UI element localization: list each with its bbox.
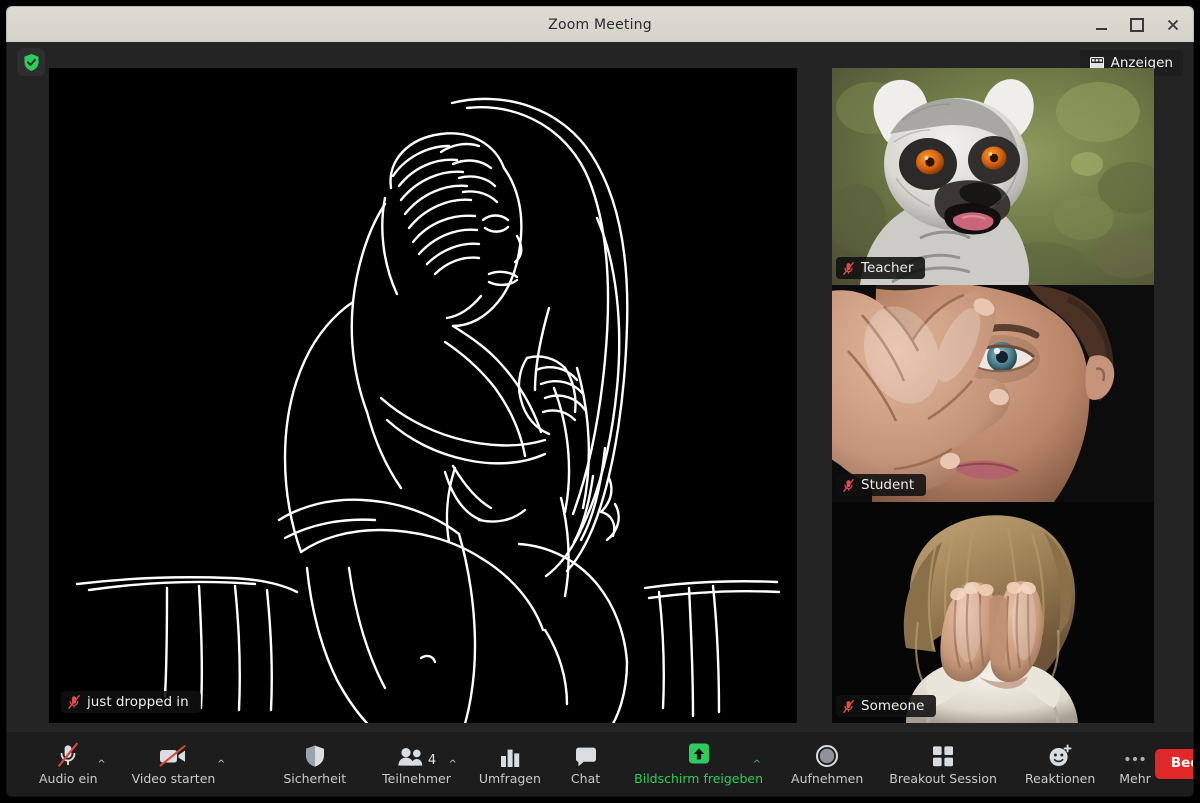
reactions-smiley-icon [1047, 742, 1073, 768]
toolbar-reactions-label: Reaktionen [1024, 771, 1096, 787]
microphone-muted-icon [842, 478, 855, 492]
participant-nameplate-student: Student [836, 474, 927, 496]
microphone-muted-icon [842, 699, 855, 713]
share-screen-icon [684, 742, 714, 768]
toolbar-participants-button[interactable]: 4 ^ Teilnehmer [378, 732, 457, 796]
toolbar-audio-button[interactable]: ^ Audio ein [35, 732, 106, 796]
video-options-caret[interactable]: ^ [217, 760, 225, 770]
main-video-tile[interactable]: just dropped in [49, 68, 797, 723]
maximize-button[interactable] [1127, 15, 1147, 35]
main-video-content [49, 68, 797, 723]
toolbar-video-button[interactable]: ^ Video starten [128, 732, 225, 796]
toolbar-more-label: Mehr [1119, 771, 1151, 787]
microphone-muted-icon [842, 261, 855, 275]
toolbar-record-label: Aufnehmen [791, 771, 864, 787]
toolbar-polls-label: Umfragen [478, 771, 541, 787]
shield-icon [304, 742, 326, 768]
breakout-rooms-icon [931, 742, 955, 768]
toolbar-polls-button[interactable]: Umfragen [475, 732, 545, 796]
toolbar-share-screen-button[interactable]: ^ Bildschirm freigeben [630, 732, 767, 796]
participant-thumbnail-strip: Teacher Student Someone [832, 68, 1154, 723]
participant-tile-teacher[interactable]: Teacher [832, 68, 1154, 285]
toolbar-share-screen-label: Bildschirm freigeben [634, 771, 764, 787]
toolbar-more-button[interactable]: Mehr [1115, 732, 1155, 796]
main-video-name-label: just dropped in [87, 694, 189, 710]
participant-name-label-teacher: Teacher [861, 260, 914, 276]
close-button[interactable] [1163, 15, 1183, 35]
participants-icon: 4 [397, 742, 436, 768]
participant-nameplate-teacher: Teacher [836, 257, 926, 279]
window-titlebar: Zoom Meeting [6, 6, 1194, 42]
toolbar-chat-label: Chat [570, 771, 601, 787]
participant-nameplate-someone: Someone [836, 695, 937, 717]
toolbar-chat-button[interactable]: Chat [567, 732, 604, 796]
record-circle-icon [815, 742, 839, 768]
chat-bubble-icon [574, 742, 598, 768]
toolbar-breakout-label: Breakout Session [889, 771, 997, 787]
share-options-caret[interactable]: ^ [753, 760, 761, 770]
main-video-nameplate: just dropped in [61, 691, 201, 713]
toolbar-security-label: Sicherheit [283, 771, 347, 787]
participant-tile-someone[interactable]: Someone [832, 502, 1154, 723]
participants-options-caret[interactable]: ^ [448, 760, 456, 770]
toolbar-audio-label: Audio ein [39, 771, 98, 787]
toolbar-reactions-button[interactable]: Reaktionen [1021, 732, 1099, 796]
minimize-button[interactable] [1091, 15, 1111, 35]
more-dots-icon [1123, 742, 1147, 768]
close-icon [1167, 19, 1179, 31]
participant-tile-student[interactable]: Student [832, 285, 1154, 502]
audio-options-caret[interactable]: ^ [97, 760, 105, 770]
toolbar-security-button[interactable]: Sicherheit [279, 732, 350, 796]
toolbar-record-button[interactable]: Aufnehmen [787, 732, 867, 796]
microphone-muted-icon [56, 742, 80, 768]
zoom-meeting-window: Zoom Meeting Anzeigen just dropped in Te… [0, 0, 1200, 803]
shield-check-icon [24, 53, 38, 71]
meeting-toolbar: ^ Audio ein ^ Video starten Sicherheit 4… [7, 732, 1193, 796]
toolbar-participants-label: Teilnehmer [382, 771, 451, 787]
toolbar-breakout-button[interactable]: Breakout Session [885, 732, 1001, 796]
meeting-body: Anzeigen just dropped in Teacher Student… [6, 42, 1194, 797]
window-title: Zoom Meeting [548, 16, 652, 33]
poll-bars-icon [499, 742, 521, 768]
participant-video-someone [832, 502, 1154, 723]
window-controls [1091, 7, 1183, 43]
microphone-muted-icon [68, 694, 80, 710]
participant-name-label-someone: Someone [861, 698, 925, 714]
participant-video-student [832, 285, 1154, 502]
end-meeting-button[interactable]: Beenden [1154, 749, 1193, 779]
participant-name-label-student: Student [861, 477, 915, 493]
video-muted-icon [158, 742, 188, 768]
security-status-button[interactable] [17, 48, 45, 76]
toolbar-video-label: Video starten [131, 771, 216, 787]
participant-video-teacher [832, 68, 1154, 285]
participants-count: 4 [427, 753, 437, 769]
